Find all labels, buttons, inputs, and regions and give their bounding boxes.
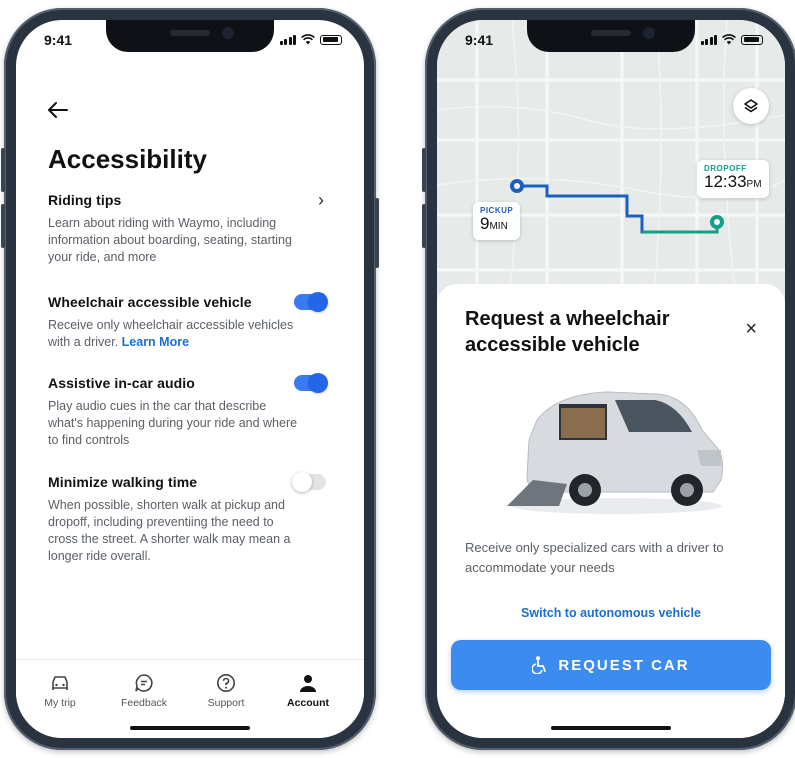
pickup-unit: MIN	[489, 221, 508, 232]
battery-icon	[741, 34, 763, 45]
riding-tips-title: Riding tips	[48, 192, 122, 208]
status-time: 9:41	[44, 32, 73, 48]
walking-row: Minimize walking time When possible, sho…	[48, 472, 334, 565]
battery-icon	[320, 34, 342, 45]
tab-label: Support	[207, 697, 245, 709]
audio-title: Assistive in-car audio	[48, 375, 195, 391]
learn-more-link[interactable]: Learn More	[122, 335, 189, 349]
volume-button	[1, 204, 5, 248]
close-button[interactable]: ×	[745, 318, 757, 341]
map[interactable]: PICKUP 9MIN DROPOFF 12:33PM	[437, 20, 785, 310]
tab-account[interactable]: Account	[278, 672, 338, 709]
chat-icon	[135, 674, 153, 692]
wheelchair-van-image	[507, 391, 724, 514]
layers-button[interactable]	[733, 88, 769, 124]
pickup-eta: 9MIN	[480, 215, 513, 236]
right-phone: PICKUP 9MIN DROPOFF 12:33PM 9:41 Request…	[422, 8, 795, 750]
dropoff-time: 12:33PM	[704, 173, 762, 194]
request-car-button[interactable]: REQUEST CAR	[451, 640, 771, 690]
power-button	[375, 198, 379, 268]
riding-tips-description: Learn about riding with Waymo, including…	[48, 216, 292, 264]
tab-support[interactable]: Support	[196, 672, 256, 709]
tab-label: Account	[287, 697, 329, 709]
audio-row: Assistive in-car audio Play audio cues i…	[48, 373, 334, 449]
volume-button	[1, 148, 5, 192]
audio-toggle[interactable]	[294, 373, 328, 393]
audio-description: Play audio cues in the car that describe…	[48, 399, 298, 447]
page-title: Accessibility	[48, 144, 207, 174]
walking-toggle[interactable]	[292, 472, 326, 492]
pickup-callout: PICKUP 9MIN	[473, 202, 521, 240]
tab-my-trip[interactable]: My trip	[30, 672, 90, 709]
accessibility-screen: 9:41 Accessibility Riding tips › Learn a…	[16, 20, 364, 738]
walking-description: When possible, shorten walk at pickup an…	[48, 498, 291, 563]
volume-button	[422, 148, 426, 192]
tab-bar: My trip Feedback Support Account	[16, 659, 364, 738]
tab-feedback[interactable]: Feedback	[114, 672, 174, 709]
left-phone: 9:41 Accessibility Riding tips › Learn a…	[1, 8, 379, 750]
help-icon	[217, 674, 235, 692]
riding-tips-row[interactable]: Riding tips › Learn about riding with Wa…	[48, 190, 334, 266]
wheelchair-icon	[532, 656, 547, 674]
wifi-icon	[301, 34, 315, 45]
dropoff-callout: DROPOFF 12:33PM	[697, 160, 769, 198]
chevron-right-icon: ›	[318, 190, 324, 210]
sheet-title: Request a wheelchair accessible vehicle	[465, 308, 670, 356]
sheet-description: Receive only specialized cars with a dri…	[465, 540, 724, 575]
signal-icon	[700, 34, 717, 45]
status-time: 9:41	[465, 32, 494, 48]
home-indicator	[551, 726, 671, 730]
dropoff-value: 12:33	[704, 172, 747, 191]
tab-label: Feedback	[120, 697, 168, 709]
layers-icon	[744, 99, 758, 113]
person-icon	[300, 675, 316, 692]
wheelchair-row: Wheelchair accessible vehicle Receive on…	[48, 292, 334, 351]
wheelchair-description: Receive only wheelchair accessible vehic…	[48, 317, 298, 351]
wheelchair-toggle[interactable]	[294, 292, 328, 312]
wifi-icon	[722, 34, 736, 45]
request-sheet: Request a wheelchair accessible vehicle …	[437, 284, 785, 738]
signal-icon	[279, 34, 296, 45]
back-arrow-icon	[48, 102, 68, 118]
wheelchair-title: Wheelchair accessible vehicle	[48, 294, 252, 310]
close-icon: ×	[745, 318, 757, 340]
request-car-label: REQUEST CAR	[558, 656, 690, 674]
back-button[interactable]	[48, 100, 68, 122]
status-bar: 9:41	[16, 32, 364, 52]
dropoff-unit: PM	[746, 179, 762, 190]
switch-to-autonomous-link[interactable]: Switch to autonomous vehicle	[437, 606, 785, 620]
volume-button	[422, 204, 426, 248]
car-icon	[52, 676, 68, 690]
request-screen: PICKUP 9MIN DROPOFF 12:33PM 9:41 Request…	[437, 20, 785, 738]
status-bar: 9:41	[437, 32, 785, 52]
tab-label: My trip	[44, 697, 76, 709]
home-indicator	[130, 726, 250, 730]
